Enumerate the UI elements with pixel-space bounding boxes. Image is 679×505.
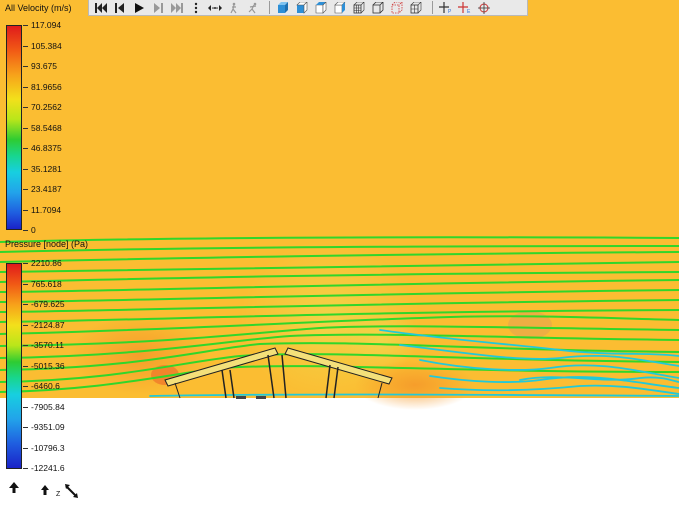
mesh-button[interactable] bbox=[408, 1, 424, 15]
velocity-tick: 117.094 bbox=[23, 21, 61, 30]
view-front-button[interactable] bbox=[294, 1, 310, 15]
pressure-tick: -2124.87 bbox=[23, 320, 65, 330]
velocity-tick: 46.8375 bbox=[23, 144, 62, 153]
pressure-tick: -3570.11 bbox=[23, 341, 64, 350]
probe-target-button[interactable] bbox=[476, 1, 492, 15]
pressure-tick: 765.618 bbox=[23, 279, 62, 289]
walk-icon bbox=[230, 2, 237, 13]
view-top-button[interactable] bbox=[313, 1, 329, 15]
probe-e-button[interactable]: E bbox=[457, 1, 473, 15]
svg-text:E: E bbox=[467, 9, 471, 14]
velocity-tick: 81.9656 bbox=[23, 82, 62, 92]
view-side-button[interactable] bbox=[332, 1, 348, 15]
z-axis-label: Z bbox=[56, 491, 61, 498]
pressure-tick: -5015.36 bbox=[23, 361, 65, 371]
view-toolbar: P E bbox=[88, 0, 528, 16]
cube-side-icon bbox=[334, 1, 346, 13]
dashed-cube-icon bbox=[391, 1, 403, 13]
pan-button[interactable] bbox=[207, 1, 223, 15]
step-forward-button[interactable] bbox=[150, 1, 166, 15]
outline-button[interactable] bbox=[370, 1, 386, 15]
vertical-ellipsis-icon bbox=[194, 2, 198, 13]
velocity-legend-title: All Velocity (m/s) bbox=[5, 3, 72, 13]
pressure-color-scale bbox=[6, 263, 22, 469]
view-iso-button[interactable] bbox=[275, 1, 291, 15]
more-button[interactable] bbox=[188, 1, 204, 15]
step-forward-icon bbox=[154, 2, 163, 13]
run-button[interactable] bbox=[245, 1, 261, 15]
walk-button[interactable] bbox=[226, 1, 242, 15]
wireframe-button[interactable] bbox=[351, 1, 367, 15]
flow-simulation-render bbox=[0, 0, 679, 500]
pressure-legend: Pressure [node] (Pa) 2210.86 765.618 -67… bbox=[5, 239, 89, 472]
velocity-color-scale bbox=[6, 25, 22, 230]
pressure-tick: -9351.09 bbox=[23, 423, 65, 432]
orientation-triad: Z bbox=[6, 478, 86, 500]
target-icon bbox=[478, 1, 490, 14]
3d-viewport[interactable] bbox=[0, 0, 679, 500]
play-button[interactable] bbox=[131, 1, 147, 15]
pressure-tick: -7905.84 bbox=[23, 402, 65, 412]
axis-triad-icon: Z bbox=[9, 482, 78, 498]
cube-top-icon bbox=[315, 1, 327, 14]
velocity-tick: 70.2562 bbox=[23, 103, 62, 112]
first-frame-button[interactable] bbox=[93, 1, 109, 15]
velocity-tick: 93.675 bbox=[23, 62, 57, 71]
run-icon bbox=[248, 2, 257, 13]
cube-iso-icon bbox=[278, 1, 288, 13]
outline-cube-icon bbox=[372, 1, 384, 13]
svg-text:P: P bbox=[448, 9, 452, 14]
skip-to-start-icon bbox=[95, 2, 107, 13]
velocity-legend: All Velocity (m/s) 117.094 105.384 93.67… bbox=[5, 3, 72, 234]
velocity-tick: 35.1281 bbox=[23, 164, 62, 174]
cube-front-icon bbox=[296, 1, 308, 14]
velocity-tick: 23.4187 bbox=[23, 185, 62, 194]
pressure-tick: -679.625 bbox=[23, 300, 65, 309]
velocity-tick: 11.7094 bbox=[23, 205, 61, 215]
wireframe-cube-icon bbox=[353, 1, 365, 13]
hidden-lines-button[interactable] bbox=[389, 1, 405, 15]
velocity-tick: 58.5468 bbox=[23, 123, 62, 133]
probe-p-button[interactable]: P bbox=[438, 1, 454, 15]
play-icon bbox=[135, 2, 144, 13]
pressure-tick: -10796.3 bbox=[23, 443, 65, 453]
pressure-tick: -6460.6 bbox=[23, 382, 60, 391]
toolbar-separator bbox=[432, 1, 433, 14]
pressure-tick: -12241.6 bbox=[23, 464, 65, 473]
step-back-button[interactable] bbox=[112, 1, 128, 15]
mesh-cube-icon bbox=[410, 1, 422, 13]
velocity-tick: 0 bbox=[23, 226, 36, 235]
pressure-tick: 2210.86 bbox=[23, 259, 62, 268]
crosshair-e-icon: E bbox=[458, 1, 471, 14]
crosshair-p-icon: P bbox=[439, 1, 452, 14]
step-back-icon bbox=[115, 2, 124, 13]
last-frame-button[interactable] bbox=[169, 1, 185, 15]
pressure-legend-title: Pressure [node] (Pa) bbox=[5, 239, 89, 249]
velocity-tick: 105.384 bbox=[23, 41, 62, 51]
toolbar-separator bbox=[269, 1, 270, 14]
skip-to-end-icon bbox=[171, 2, 183, 13]
pan-arrows-icon bbox=[208, 4, 222, 11]
